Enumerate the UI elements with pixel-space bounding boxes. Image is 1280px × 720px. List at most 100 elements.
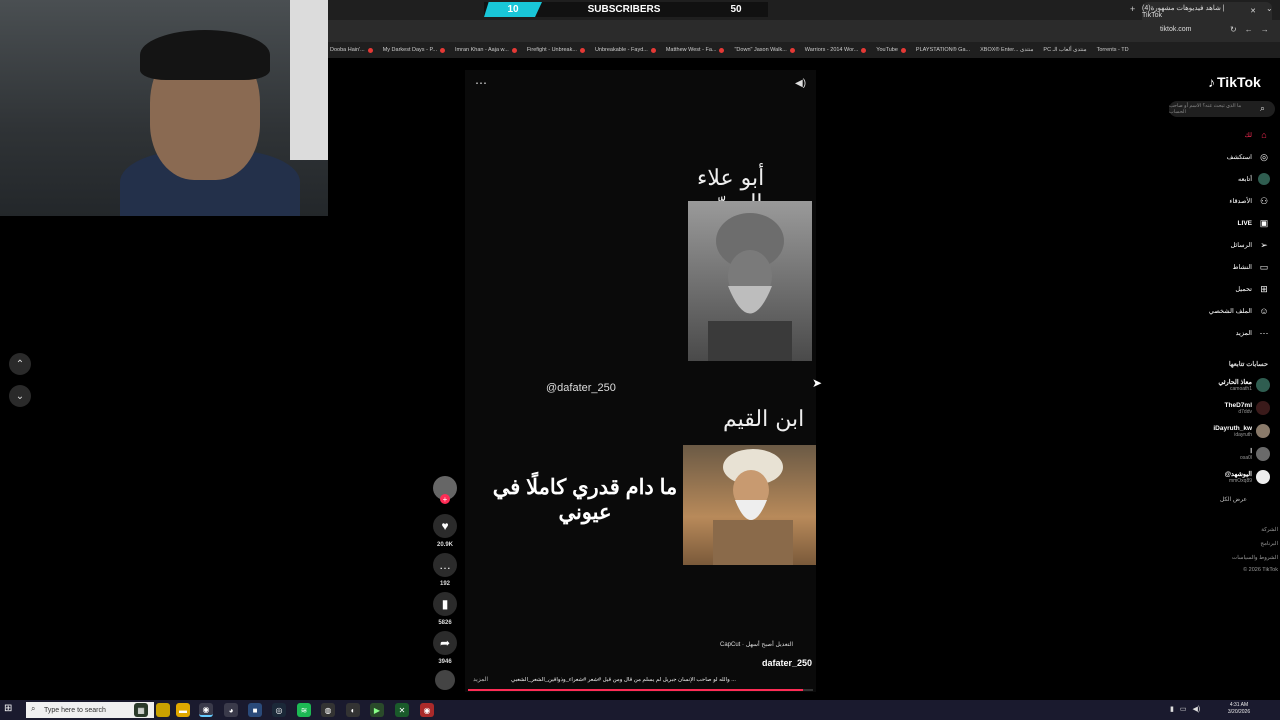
video-player[interactable]: ⋯ ◀) أبو علاء المعرّي @dafater_250 ابن ا… [465, 70, 816, 692]
sidebar-item-explore[interactable]: استكشف ◎ [1180, 150, 1270, 164]
bookmark[interactable]: "Down" Jason Walk... [734, 47, 795, 53]
following-account[interactable]: @اليوشهد mmOxq89 [1180, 468, 1270, 486]
webcam-overlay [0, 0, 328, 216]
spotify-icon[interactable]: ≋ [297, 703, 311, 717]
tiktok-logo[interactable]: ♪ TikTok [1208, 74, 1261, 90]
bookmark[interactable]: Warriors - 2014 Wor... [805, 47, 867, 53]
upload-icon: ⊞ [1260, 283, 1268, 294]
sidebar-item-for-you[interactable]: لك ⌂ [1180, 128, 1270, 142]
widgets-icon[interactable]: ▦ [134, 703, 148, 717]
creator-avatar-button[interactable]: + [432, 476, 458, 504]
app-yellow-icon[interactable] [156, 703, 170, 717]
bookmark[interactable]: XBOX® Enter... منتدى [980, 47, 1033, 53]
more-options-icon[interactable]: ⋯ [475, 76, 487, 90]
comment-icon: … [433, 553, 457, 577]
like-button[interactable]: ♥ 20.9K [432, 514, 458, 548]
windows-taskbar: ⊞ Type here to search ⌕ ▦ ▬ ◉ ◕ ■ ◎ ≋ ◍ … [0, 700, 1280, 720]
excel-icon[interactable]: ✕ [395, 703, 409, 717]
following-account[interactable]: iDayruth_kw idayruth [1180, 422, 1270, 440]
sidebar-item-following[interactable]: أتابعه [1180, 172, 1270, 186]
clock-date: 3/20/2026 [1227, 709, 1251, 715]
chevron-down-icon[interactable]: ⌄ [1266, 4, 1273, 13]
search-icon[interactable]: ⌕ [1260, 103, 1265, 114]
more-icon: ⋯ [1259, 327, 1269, 338]
tiktok-note-icon: ♪ [1208, 74, 1215, 90]
activity-icon: ▭ [1259, 261, 1269, 272]
address-bar[interactable] [328, 20, 1280, 42]
save-count: 5826 [438, 620, 452, 626]
share-button[interactable]: ➦ 3946 [432, 631, 458, 665]
chrome-icon[interactable]: ◉ [199, 703, 213, 717]
play-icon[interactable]: ▶ [370, 703, 384, 717]
sidebar-item-live[interactable]: LIVE ▣ [1180, 216, 1270, 230]
forward-icon[interactable]: → [1261, 25, 1269, 34]
url-text[interactable]: tiktok.com [1160, 26, 1192, 33]
chevron-down-icon: ⌄ [15, 390, 25, 402]
bookmark[interactable]: My Darkest Days - P... [383, 47, 445, 53]
bookmarks-bar: Dooba Hain'... My Darkest Days - P... Im… [328, 42, 1280, 58]
discord-icon[interactable]: ◕ [224, 703, 238, 717]
sidebar-item-activity[interactable]: النشاط ▭ [1180, 260, 1270, 274]
steam-icon[interactable]: ◎ [272, 703, 286, 717]
bookmark-icon: ▮ [433, 592, 457, 616]
windows-start-icon[interactable]: ⊞ [4, 703, 12, 714]
obs-icon[interactable]: ◍ [321, 703, 335, 717]
comment-count: 192 [439, 581, 450, 587]
messages-icon: ➢ [1260, 239, 1268, 250]
tab-tiktok[interactable]: (4)شاهد فيديوهات مشهورة | TikTok ✕ [1142, 2, 1272, 20]
footer-link-company[interactable]: الشركة [1218, 527, 1278, 533]
bookmark[interactable]: Matthew West - Fa... [666, 47, 725, 53]
following-account[interactable]: ا osa0l [1180, 445, 1270, 463]
comment-button[interactable]: … 192 [432, 553, 458, 587]
reload-icon[interactable]: ↻ [1230, 25, 1237, 34]
battery-icon[interactable]: ▮ [1170, 705, 1174, 713]
sidebar-item-profile[interactable]: الملف الشخصي ☺ [1180, 304, 1270, 318]
close-icon[interactable]: ✕ [1250, 7, 1256, 15]
save-button[interactable]: ▮ 5826 [432, 592, 458, 626]
sidebar-item-messages[interactable]: الرسائل ➢ [1180, 238, 1270, 252]
bookmark[interactable]: Unbreakable - Fayd... [595, 47, 656, 53]
video-caption: والله لو صاحب الإنسان جبريل لم يسلم من ق… [511, 677, 736, 683]
footer-link-program[interactable]: البرنامج [1218, 541, 1278, 547]
subscriber-count: 10 [484, 2, 542, 17]
volume-icon[interactable]: ◀) [1192, 705, 1200, 713]
new-tab-icon[interactable]: + [1130, 4, 1135, 14]
video-author[interactable]: dafater_250 [762, 658, 812, 668]
music-disc-button[interactable] [432, 670, 458, 690]
bookmark[interactable]: Torrents - TD [1097, 47, 1129, 53]
app-store-icon[interactable]: ■ [248, 703, 262, 717]
see-all-link[interactable]: عرض الكل [1200, 496, 1247, 503]
avatar [1256, 378, 1270, 392]
system-tray: ▮ ▭ ◀) [1170, 705, 1200, 713]
bookmark[interactable]: YouTube [876, 47, 906, 53]
capcut-label[interactable]: CapCut · التعديل أصبح أسهل [720, 641, 793, 648]
bookmark[interactable]: Imran Khan - Aaja w... [455, 47, 517, 53]
sidebar-item-upload[interactable]: تحميل ⊞ [1180, 282, 1270, 296]
nav-buttons: ↻ ← → [1230, 25, 1269, 34]
file-explorer-icon[interactable]: ▬ [176, 703, 190, 717]
previous-video-button[interactable]: ⌃ [9, 353, 31, 375]
bookmark[interactable]: Dooba Hain'... [330, 47, 373, 53]
following-account[interactable]: معاذ الحارثي camoath1 [1180, 376, 1270, 394]
video-progress-fill [468, 689, 803, 691]
sidebar-item-more[interactable]: المزيد ⋯ [1180, 326, 1270, 340]
video-progress-bar[interactable] [468, 689, 813, 691]
follow-plus-icon[interactable]: + [440, 494, 450, 504]
bookmark[interactable]: PC منتدى ألعاب الـ [1043, 47, 1086, 53]
sidebar-item-friends[interactable]: الأصدقاء ⚇ [1180, 194, 1270, 208]
search-icon: ⌕ [31, 704, 36, 713]
back-icon[interactable]: ← [1245, 25, 1253, 34]
following-account[interactable]: TheD7ml d7ddv [1180, 399, 1270, 417]
volume-icon[interactable]: ◀) [795, 78, 806, 89]
caption-more-button[interactable]: المزيد [473, 676, 488, 683]
app-red-icon[interactable]: ◉ [420, 703, 434, 717]
heart-icon: ♥ [433, 514, 457, 538]
bookmark[interactable]: PLAYSTATION® Ga... [916, 47, 970, 53]
next-video-button[interactable]: ⌄ [9, 385, 31, 407]
bookmark[interactable]: Firefight - Unbreak... [527, 47, 585, 53]
network-icon[interactable]: ▭ [1180, 705, 1187, 713]
footer-link-terms[interactable]: الشروط والسياسات [1218, 555, 1278, 561]
app-icon[interactable]: ◐ [346, 703, 360, 717]
taskbar-clock[interactable]: 4:31 AM 3/20/2026 [1222, 702, 1256, 716]
chevron-up-icon: ⌃ [15, 358, 25, 370]
